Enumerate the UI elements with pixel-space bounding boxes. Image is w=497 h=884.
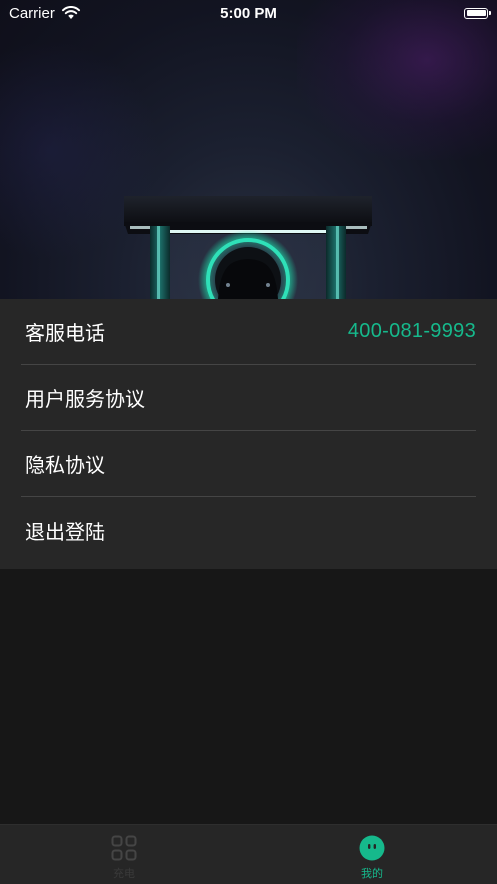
- tab-bar: 充电 我的: [0, 824, 497, 884]
- tab-label: 我的: [361, 867, 383, 880]
- menu-item-logout[interactable]: 退出登陆: [21, 497, 476, 563]
- menu-item-label: 隐私协议: [25, 453, 105, 477]
- tab-label: 充电: [113, 867, 135, 880]
- menu-item-privacy-policy[interactable]: 隐私协议: [21, 431, 476, 497]
- status-bar: Carrier 5:00 PM: [0, 0, 497, 26]
- tab-charge[interactable]: 充电: [64, 825, 184, 884]
- tab-mine[interactable]: 我的: [312, 825, 432, 884]
- battery-fill: [466, 10, 486, 16]
- battery-icon: [464, 7, 491, 19]
- charging-station-illustration: [124, 196, 372, 299]
- customer-service-phone[interactable]: 400-081-9993: [348, 320, 476, 343]
- menu-item-label: 用户服务协议: [25, 387, 145, 411]
- header-banner: Carrier 5:00 PM: [0, 0, 497, 299]
- menu-item-label: 客服电话: [25, 321, 105, 345]
- settings-menu: 客服电话 400-081-9993 用户服务协议 隐私协议 退出登陆: [0, 299, 497, 569]
- menu-item-label: 退出登陆: [25, 519, 105, 544]
- menu-item-customer-service[interactable]: 客服电话 400-081-9993: [21, 299, 476, 365]
- smiley-face-icon: [359, 835, 385, 861]
- menu-item-user-agreement[interactable]: 用户服务协议: [21, 365, 476, 431]
- grid-icon: [111, 835, 137, 861]
- status-time: 5:00 PM: [220, 4, 277, 22]
